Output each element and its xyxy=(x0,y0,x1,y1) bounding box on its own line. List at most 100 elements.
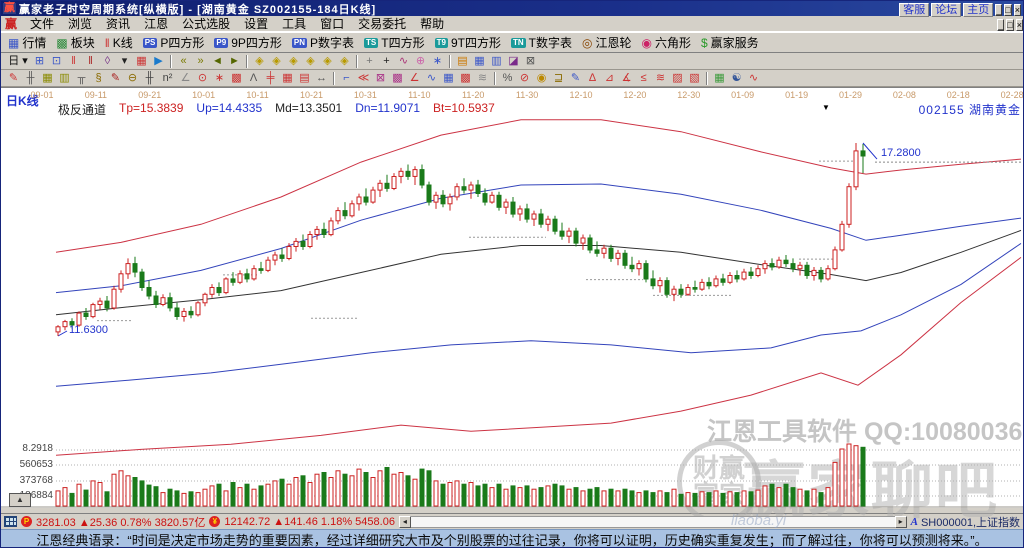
menu-设置[interactable]: 设置 xyxy=(237,15,275,32)
toolbar-t-square[interactable]: TST四方形 xyxy=(361,33,430,52)
sz-index-quote[interactable]: 12142.72 ▲141.46 1.18% 5458.06 xyxy=(224,516,395,528)
menu-文件[interactable]: 文件 xyxy=(23,15,61,32)
chart-tool-icon-17[interactable]: ◈ xyxy=(285,54,302,69)
gann-tool-icon-33[interactable]: ⊒ xyxy=(550,71,567,86)
gann-tool-icon-35[interactable]: ∆ xyxy=(584,71,601,86)
gann-tool-icon-6[interactable]: ✎ xyxy=(107,71,124,86)
chart-tool-icon-19[interactable]: ◈ xyxy=(319,54,336,69)
child-close-icon[interactable]: × xyxy=(1016,19,1023,31)
toolbar-9t-square[interactable]: T99T四方形 xyxy=(432,33,506,52)
gann-tool-icon-0[interactable]: ✎ xyxy=(5,71,22,86)
gann-tool-icon-27[interactable]: ▩ xyxy=(457,71,474,86)
chart-tool-icon-18[interactable]: ◈ xyxy=(302,54,319,69)
gann-tool-icon-2[interactable]: ▦ xyxy=(39,71,56,86)
gann-tool-icon-3[interactable]: ▥ xyxy=(56,71,73,86)
chart-tool-icon-7[interactable]: ▦ xyxy=(133,54,150,69)
toolbar-winner-service[interactable]: $赢家服务 xyxy=(698,33,764,52)
gann-tool-icon-28[interactable]: ≋ xyxy=(474,71,491,86)
scroll-track[interactable] xyxy=(411,516,895,528)
chart-tool-icon-16[interactable]: ◈ xyxy=(268,54,285,69)
restore-icon[interactable]: □ xyxy=(1004,4,1011,16)
chart-tool-icon-15[interactable]: ◈ xyxy=(251,54,268,69)
gann-tool-icon-16[interactable]: ▦ xyxy=(279,71,296,86)
chart-tool-icon-11[interactable]: » xyxy=(192,54,209,69)
titlebar-link-论坛[interactable]: 论坛 xyxy=(931,3,961,17)
gann-tool-icon-1[interactable]: ╫ xyxy=(22,71,39,86)
chart-tool-icon-3[interactable]: ‖ xyxy=(65,54,82,69)
child-minimize-icon[interactable]: _ xyxy=(997,19,1004,31)
chart-tool-icon-23[interactable]: + xyxy=(378,54,395,69)
candlestick-chart[interactable] xyxy=(1,88,1024,508)
titlebar-link-客服[interactable]: 客服 xyxy=(899,3,929,17)
gann-tool-icon-25[interactable]: ∿ xyxy=(423,71,440,86)
menu-交易委托[interactable]: 交易委托 xyxy=(351,15,413,32)
gann-tool-icon-39[interactable]: ≋ xyxy=(652,71,669,86)
child-restore-icon[interactable]: □ xyxy=(1006,19,1013,31)
gann-tool-icon-9[interactable]: n² xyxy=(158,71,177,86)
toolbar-hexagon[interactable]: ◉六角形 xyxy=(638,33,696,52)
gann-tool-icon-13[interactable]: ▩ xyxy=(228,71,245,86)
menu-浏览[interactable]: 浏览 xyxy=(61,15,99,32)
gann-tool-icon-23[interactable]: ▩ xyxy=(389,71,406,86)
gann-tool-icon-44[interactable]: ☯ xyxy=(728,71,745,86)
menu-工具[interactable]: 工具 xyxy=(275,15,313,32)
gann-tool-icon-30[interactable]: % xyxy=(499,71,516,86)
quote-table-icon[interactable] xyxy=(4,516,17,527)
chart-tool-icon-13[interactable]: ► xyxy=(226,54,243,69)
menu-资讯[interactable]: 资讯 xyxy=(99,15,137,32)
toolbar-9p-square[interactable]: P99P四方形 xyxy=(211,33,286,52)
gann-tool-icon-8[interactable]: ╫ xyxy=(141,71,158,86)
gann-tool-icon-31[interactable]: ⊘ xyxy=(516,71,533,86)
pane-toggle-button[interactable]: ▲ xyxy=(9,493,31,507)
chart-tool-icon-30[interactable]: ▥ xyxy=(488,54,505,69)
gann-tool-icon-32[interactable]: ◉ xyxy=(533,71,550,86)
gann-tool-icon-10[interactable]: ∠ xyxy=(177,71,194,86)
chart-tool-icon-1[interactable]: ⊞ xyxy=(31,54,48,69)
sh-index-quote[interactable]: 3281.03 ▲25.36 0.78% 3820.57亿 xyxy=(36,514,205,530)
gann-tool-icon-15[interactable]: ╪ xyxy=(262,71,279,86)
toolbar-sectors[interactable]: ▩板块 xyxy=(53,33,99,52)
toolbar-kline[interactable]: ‖K线 xyxy=(102,33,138,52)
gann-tool-icon-24[interactable]: ∠ xyxy=(406,71,423,86)
gann-tool-icon-34[interactable]: ✎ xyxy=(567,71,584,86)
gann-tool-icon-11[interactable]: ⊙ xyxy=(194,71,211,86)
gann-tool-icon-36[interactable]: ⊿ xyxy=(601,71,618,86)
gann-tool-icon-21[interactable]: ≪ xyxy=(355,71,372,86)
chart-tool-icon-26[interactable]: ∗ xyxy=(429,54,446,69)
menu-公式选股[interactable]: 公式选股 xyxy=(175,15,237,32)
chart-tool-icon-25[interactable]: ⊕ xyxy=(412,54,429,69)
gann-tool-icon-5[interactable]: § xyxy=(90,71,107,86)
toolbar-gann-wheel[interactable]: ◎江恩轮 xyxy=(579,33,637,52)
toolbar-t-table[interactable]: TNT数字表 xyxy=(508,33,577,52)
chart-tool-icon-28[interactable]: ▤ xyxy=(454,54,471,69)
gann-tool-icon-43[interactable]: ▦ xyxy=(711,71,728,86)
gann-tool-icon-18[interactable]: ↔ xyxy=(313,71,330,86)
chart-tool-icon-31[interactable]: ◪ xyxy=(505,54,522,69)
scroll-left-icon[interactable]: ◂ xyxy=(399,516,411,528)
chart-tool-icon-6[interactable]: ▾ xyxy=(116,54,133,69)
gann-tool-icon-17[interactable]: ▤ xyxy=(296,71,313,86)
chart-area[interactable]: 日K线 09-0109-1109-2110-0110-1110-2110-311… xyxy=(1,87,1024,507)
gann-tool-icon-37[interactable]: ∡ xyxy=(618,71,635,86)
menu-窗口[interactable]: 窗口 xyxy=(313,15,351,32)
gann-tool-icon-40[interactable]: ▨ xyxy=(669,71,686,86)
toolbar-quotes[interactable]: ▦行情 xyxy=(5,33,51,52)
toolbar-p-table[interactable]: PNP数字表 xyxy=(289,33,359,52)
gann-tool-icon-38[interactable]: ≤ xyxy=(635,71,652,86)
menu-江恩[interactable]: 江恩 xyxy=(137,15,175,32)
gann-tool-icon-7[interactable]: ⊖ xyxy=(124,71,141,86)
chart-tool-icon-0[interactable]: 日 ▾ xyxy=(5,54,31,69)
chart-tool-icon-24[interactable]: ∿ xyxy=(395,54,412,69)
gann-tool-icon-20[interactable]: ⌐ xyxy=(338,71,355,86)
chart-tool-icon-8[interactable]: ▶ xyxy=(150,54,167,69)
gann-tool-icon-41[interactable]: ▧ xyxy=(686,71,703,86)
gann-tool-icon-14[interactable]: Λ xyxy=(245,71,262,86)
gann-tool-icon-45[interactable]: ∿ xyxy=(745,71,762,86)
gann-tool-icon-12[interactable]: ∗ xyxy=(211,71,228,86)
quote-scrollbar[interactable]: ◂ ▸ xyxy=(399,516,907,528)
toolbar-p-square[interactable]: PSP四方形 xyxy=(140,33,210,52)
chart-tool-icon-2[interactable]: ⊡ xyxy=(48,54,65,69)
menu-帮助[interactable]: 帮助 xyxy=(413,15,451,32)
scroll-right-icon[interactable]: ▸ xyxy=(895,516,907,528)
gann-tool-icon-22[interactable]: ⊠ xyxy=(372,71,389,86)
